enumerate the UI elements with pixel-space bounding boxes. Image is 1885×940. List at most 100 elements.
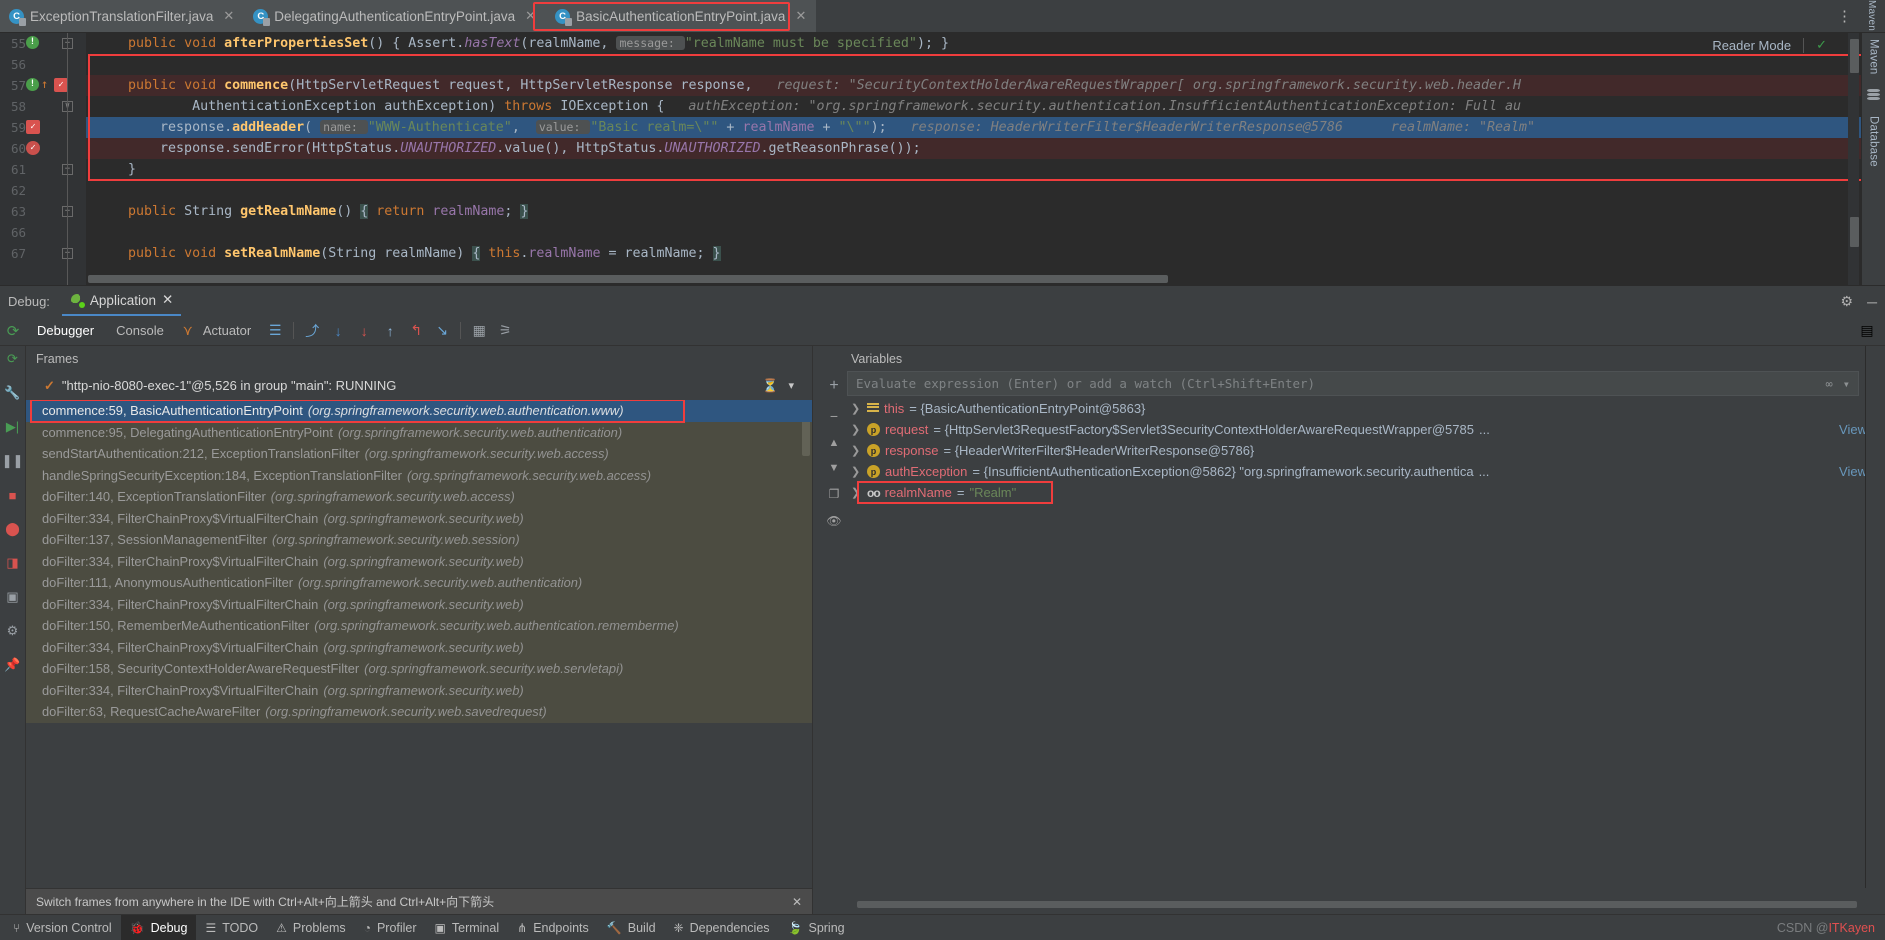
layout-icon[interactable]: ☰ bbox=[262, 316, 288, 345]
tab-actuator[interactable]: Actuator bbox=[201, 316, 262, 345]
stop-icon[interactable]: ■ bbox=[4, 486, 22, 504]
frame-row[interactable]: doFilter:140, ExceptionTranslationFilter… bbox=[26, 486, 812, 508]
copy-icon[interactable]: ❐ bbox=[829, 487, 840, 501]
maven-tab-label[interactable]: Maven bbox=[1868, 39, 1880, 75]
inspection-icon[interactable]: ! bbox=[26, 78, 39, 91]
wrench-icon[interactable]: 🔧 bbox=[4, 384, 22, 402]
mute-breakpoints-icon[interactable]: ⬤ bbox=[4, 520, 22, 538]
close-icon[interactable]: ✕ bbox=[795, 8, 806, 24]
frame-row[interactable]: doFilter:334, FilterChainProxy$VirtualFi… bbox=[26, 594, 812, 616]
code-line[interactable]: public void setRealmName(String realmNam… bbox=[86, 243, 1885, 264]
variable-row[interactable]: ❯this= {BasicAuthenticationEntryPoint@58… bbox=[847, 398, 1885, 419]
close-icon[interactable]: ✕ bbox=[223, 8, 234, 24]
database-icon[interactable] bbox=[1867, 89, 1880, 102]
editor-tab-exceptiontranslationfilter[interactable]: C ExceptionTranslationFilter.java ✕ bbox=[0, 0, 244, 32]
code-line[interactable]: public void afterPropertiesSet() { Asser… bbox=[86, 33, 1885, 54]
step-over-icon[interactable]: ⤴ bbox=[299, 316, 325, 345]
more-options-icon[interactable]: ⋮ bbox=[1833, 7, 1856, 25]
editor-scrollbar-thumb-2[interactable] bbox=[1850, 217, 1859, 247]
frame-row[interactable]: doFilter:111, AnonymousAuthenticationFil… bbox=[26, 572, 812, 594]
view-link[interactable]: View bbox=[1839, 464, 1867, 479]
editor-tab-basicauthenticationentrypoint[interactable]: C BasicAuthenticationEntryPoint.java ✕ bbox=[546, 0, 816, 32]
pause-icon[interactable]: ❚❚ bbox=[4, 452, 22, 470]
code-line[interactable]: response.sendError(HttpStatus.UNAUTHORIZ… bbox=[86, 138, 1885, 159]
status-bar-item-spring[interactable]: 🍃Spring bbox=[779, 915, 854, 940]
chevron-right-icon[interactable]: ❯ bbox=[851, 402, 862, 415]
tab-debugger[interactable]: Debugger bbox=[26, 316, 105, 345]
chevron-right-icon[interactable]: ❯ bbox=[851, 465, 862, 478]
arrow-down-icon[interactable]: ▼ bbox=[829, 462, 840, 474]
frame-row[interactable]: doFilter:63, RequestCacheAwareFilter(org… bbox=[26, 701, 812, 723]
evaluate-icon[interactable]: ▦ bbox=[466, 316, 492, 345]
view-link[interactable]: View bbox=[1839, 422, 1867, 437]
resume-icon[interactable]: ▶| bbox=[4, 418, 22, 436]
status-bar-item-profiler[interactable]: ◔Profiler bbox=[355, 915, 426, 940]
debug-session-tab[interactable]: Application ✕ bbox=[62, 292, 181, 316]
camera-icon[interactable]: ▣ bbox=[4, 588, 22, 606]
restore-layout-icon[interactable]: ▤ bbox=[1859, 316, 1885, 345]
breakpoint-verified-icon[interactable]: ✓ bbox=[54, 78, 68, 92]
code-line[interactable]: } bbox=[86, 159, 1885, 180]
frame-row[interactable]: doFilter:334, FilterChainProxy$VirtualFi… bbox=[26, 551, 812, 573]
variable-row[interactable]: ❯presponse= {HeaderWriterFilter$HeaderWr… bbox=[847, 440, 1885, 461]
frames-list[interactable]: commence:59, BasicAuthenticationEntryPoi… bbox=[26, 400, 812, 888]
chevron-right-icon[interactable]: ❯ bbox=[851, 423, 862, 436]
variables-horizontal-scrollbar[interactable] bbox=[857, 901, 1857, 908]
run-to-cursor-icon[interactable]: ↘ bbox=[429, 316, 455, 345]
status-bar-item-build[interactable]: 🔨Build bbox=[598, 915, 665, 940]
status-bar-item-terminal[interactable]: ▣Terminal bbox=[426, 915, 509, 940]
variable-row[interactable]: ❯prequest= {HttpServlet3RequestFactory$S… bbox=[847, 419, 1885, 440]
editor-tab-delegatingauthenticationentrypoint[interactable]: C DelegatingAuthenticationEntryPoint.jav… bbox=[244, 0, 546, 32]
code-line[interactable] bbox=[86, 222, 1885, 243]
force-step-into-icon[interactable]: ↓ bbox=[351, 316, 377, 345]
pin-icon[interactable]: 📌 bbox=[4, 656, 22, 674]
evaluate-expression-input[interactable]: Evaluate expression (Enter) or add a wat… bbox=[847, 371, 1859, 396]
editor-horizontal-scrollbar[interactable] bbox=[88, 275, 1168, 283]
tab-console[interactable]: Console bbox=[105, 316, 175, 345]
frame-row[interactable]: doFilter:334, FilterChainProxy$VirtualFi… bbox=[26, 637, 812, 659]
frame-row[interactable]: commence:59, BasicAuthenticationEntryPoi… bbox=[26, 400, 812, 422]
variable-row[interactable]: ❯pauthException= {InsufficientAuthentica… bbox=[847, 461, 1885, 482]
frame-row[interactable]: doFilter:137, SessionManagementFilter(or… bbox=[26, 529, 812, 551]
code-line[interactable]: response.addHeader( name: "WWW-Authentic… bbox=[86, 117, 1885, 138]
editor-scrollbar-thumb[interactable] bbox=[1850, 39, 1859, 73]
inspection-ok-icon[interactable]: ✓ bbox=[1816, 37, 1827, 53]
status-bar-item-dependencies[interactable]: ❈Dependencies bbox=[665, 915, 779, 940]
settings-icon[interactable]: ⚙ bbox=[4, 622, 22, 640]
inspection-icon[interactable]: ! bbox=[26, 36, 39, 49]
drop-frame-icon[interactable]: ↰ bbox=[403, 316, 429, 345]
view-breakpoints-icon[interactable]: ◨ bbox=[4, 554, 22, 572]
code-line[interactable] bbox=[86, 180, 1885, 201]
eye-icon[interactable]: 👁 bbox=[826, 514, 841, 528]
chevron-down-icon[interactable]: ▾ bbox=[788, 379, 804, 392]
maven-tool-label[interactable]: Maven bbox=[1866, 0, 1877, 31]
minimize-icon[interactable]: ─ bbox=[1867, 294, 1877, 310]
status-bar-item-problems[interactable]: ⚠Problems bbox=[267, 915, 355, 940]
filter-icon[interactable]: ⏳ bbox=[762, 378, 782, 394]
variable-row[interactable]: ❯oorealmName= "Realm" bbox=[847, 482, 1885, 503]
chevron-right-icon[interactable]: ❯ bbox=[851, 486, 862, 499]
status-bar-item-todo[interactable]: ☰TODO bbox=[196, 915, 267, 940]
close-icon[interactable]: ✕ bbox=[525, 8, 536, 24]
frame-row[interactable]: doFilter:334, FilterChainProxy$VirtualFi… bbox=[26, 680, 812, 702]
rerun-icon[interactable]: ⟳ bbox=[0, 316, 26, 345]
frame-row[interactable]: doFilter:334, FilterChainProxy$VirtualFi… bbox=[26, 508, 812, 530]
frame-row[interactable]: doFilter:150, RememberMeAuthenticationFi… bbox=[26, 615, 812, 637]
status-bar-item-debug[interactable]: 🐞Debug bbox=[121, 915, 197, 940]
status-bar-item-version-control[interactable]: ⑂Version Control bbox=[4, 915, 121, 940]
thread-row[interactable]: ✓ "http-nio-8080-exec-1"@5,526 in group … bbox=[34, 375, 396, 397]
code-line[interactable]: public String getRealmName() { return re… bbox=[86, 201, 1885, 222]
breakpoint-disabled-icon[interactable]: ✓ bbox=[26, 141, 40, 155]
chevron-right-icon[interactable]: ❯ bbox=[851, 444, 862, 457]
frame-row[interactable]: sendStartAuthentication:212, ExceptionTr… bbox=[26, 443, 812, 465]
database-tab-label[interactable]: Database bbox=[1868, 116, 1880, 167]
frame-row[interactable]: commence:95, DelegatingAuthenticationEnt… bbox=[26, 422, 812, 444]
frame-row[interactable]: doFilter:158, SecurityContextHolderAware… bbox=[26, 658, 812, 680]
close-icon[interactable]: ✕ bbox=[792, 895, 802, 909]
step-out-icon[interactable]: ↑ bbox=[377, 316, 403, 345]
step-into-icon[interactable]: ↓ bbox=[325, 316, 351, 345]
close-icon[interactable]: ✕ bbox=[162, 292, 173, 308]
gear-icon[interactable]: ⚙ bbox=[1841, 293, 1854, 310]
rerun-icon[interactable]: ⟳ bbox=[4, 350, 22, 368]
chevron-down-icon[interactable]: ▾ bbox=[1843, 377, 1850, 391]
